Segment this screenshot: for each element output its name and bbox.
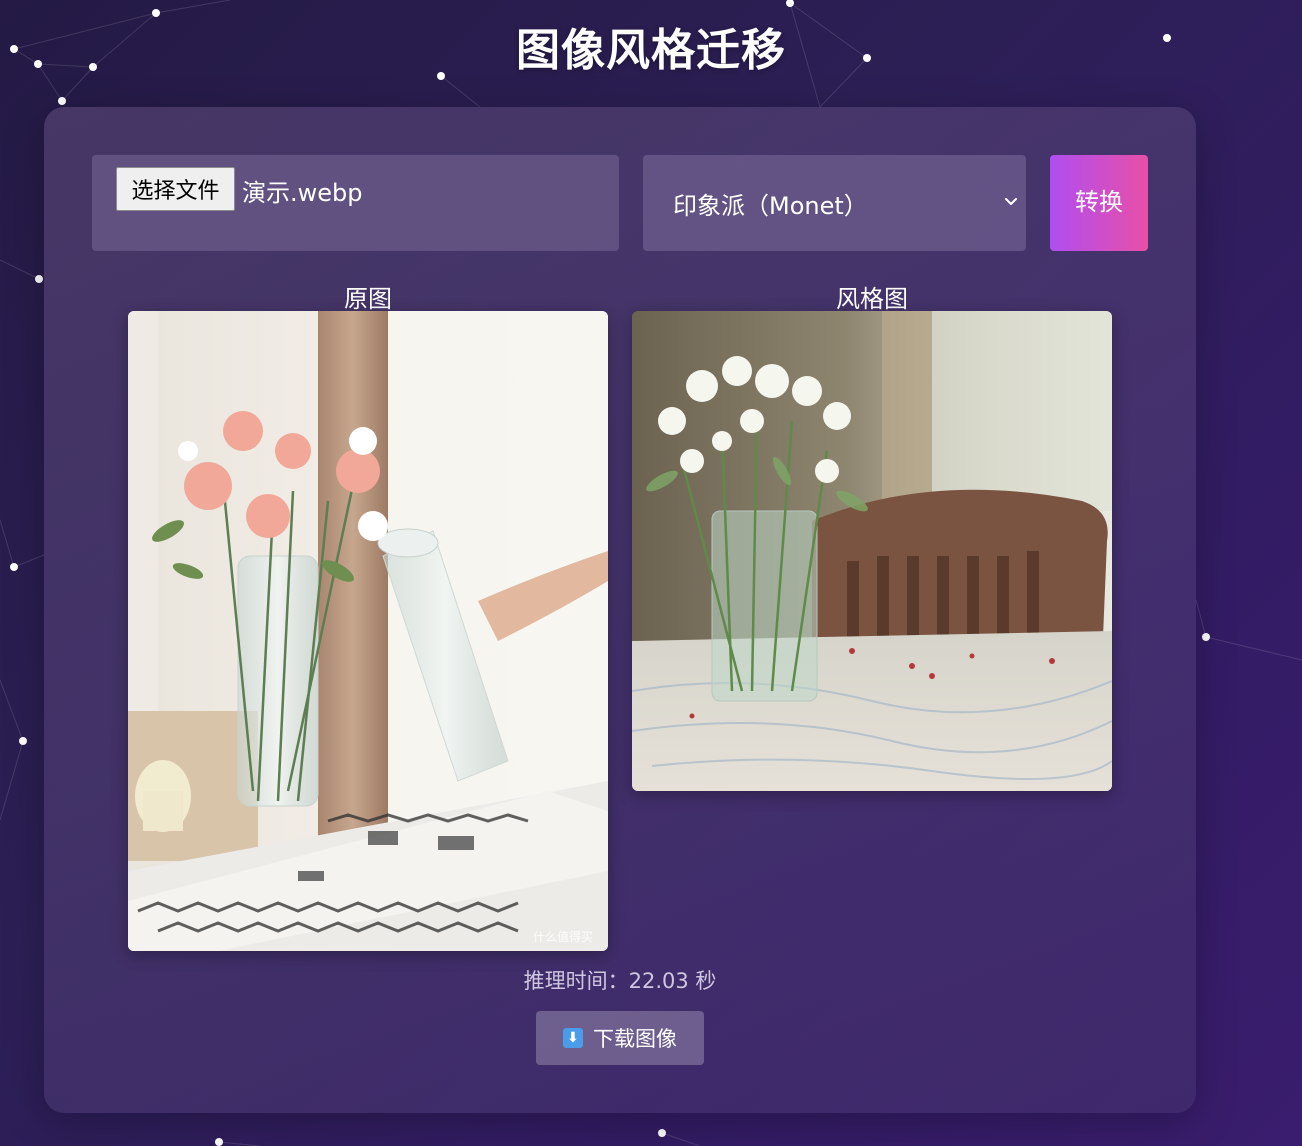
main-card: 选择文件 演示.webp 印象派（Monet） 转换 原图 风格图 什么值得买 …	[44, 107, 1196, 1113]
download-label: 下载图像	[593, 1027, 677, 1051]
convert-button[interactable]: 转换	[1050, 155, 1148, 251]
file-input[interactable]: 选择文件 演示.webp	[92, 155, 619, 251]
choose-file-button[interactable]: 选择文件	[116, 167, 235, 211]
download-arrow-icon: ⬇	[563, 1028, 583, 1048]
original-image: 什么值得买	[128, 311, 608, 951]
style-select[interactable]: 印象派（Monet）	[643, 155, 1026, 251]
styled-image-label: 风格图	[836, 285, 908, 313]
inference-time: 推理时间：22.03 秒	[523, 969, 717, 993]
file-name-label: 演示.webp	[242, 179, 363, 207]
watermark-text: 什么值得买	[533, 929, 593, 944]
page-title: 图像风格迁移	[516, 25, 786, 76]
chevron-down-icon	[1005, 198, 1017, 205]
original-image-label: 原图	[344, 285, 392, 313]
styled-image	[632, 311, 1112, 791]
download-button[interactable]: ⬇ 下载图像	[536, 1011, 704, 1065]
style-select-value: 印象派（Monet）	[673, 191, 868, 220]
